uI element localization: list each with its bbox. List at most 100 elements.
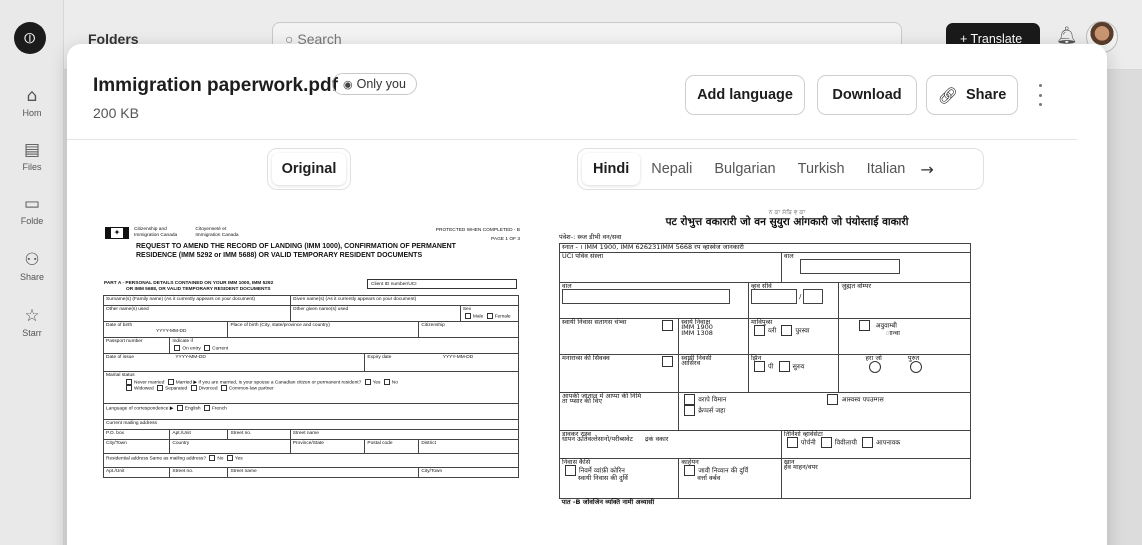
other-given-label: Other given name(s) used <box>292 307 349 312</box>
passport-label: Passport number <box>106 339 143 344</box>
t-intro-label: स्नात - । IMM 1900, IMM 626231IMM 5668 र… <box>562 243 744 251</box>
tab-bulgarian[interactable]: Bulgarian <box>703 153 786 185</box>
sidebar-item-folders[interactable]: ▭ Folde <box>0 194 64 226</box>
t-partb-label: पात -B जोवजिन व्यक्ति नामी अव्यासी <box>561 497 655 506</box>
sidebar-item-label: Folde <box>20 216 44 226</box>
t-ponchi-label: पोर्चनी <box>800 438 816 447</box>
expiry-cell: Expiry date YYYY-MM-DD <box>364 353 519 372</box>
title-line-2: RESIDENCE (IMM 5292 or IMM 5688) OR VALI… <box>136 251 423 259</box>
t-pi-label: पी <box>768 362 774 371</box>
pob-cell: Place of birth (City, state/province and… <box>227 321 420 338</box>
spouse-question: If you are married, is your spouse a Can… <box>198 379 362 385</box>
sidebar-item-label: Share <box>19 272 45 282</box>
link-icon: 🔗︎ <box>937 85 958 105</box>
marital-cell: Marital status Never married Married ▶ I… <box>103 371 519 404</box>
add-language-label: Add language <box>697 87 793 103</box>
part-a-line-2: OR IMM 5688, OR VALID TEMPORARY RESIDENT… <box>126 287 271 292</box>
t-varg-label: वर्त्ता र्क्बव <box>697 474 721 482</box>
province-label: Province/State <box>292 441 324 446</box>
on-entry-label: On entry <box>182 345 201 351</box>
sidebar-item-shared[interactable]: ⚇ Share <box>0 250 64 282</box>
sidebar-item-files[interactable]: ▤ Files <box>0 140 64 172</box>
t-suruv-label: सुरुव <box>792 362 805 371</box>
tab-original-label: Original <box>272 153 346 185</box>
original-document: ✦ Citizenship and Immigration Canada Cit… <box>103 219 521 545</box>
t-status-label: स्वायी निवास सतागस चंभ्वा <box>562 317 627 326</box>
other-given-cell: Other given name(s) used <box>289 305 461 322</box>
t-address-cell: डावकर रास्व धापन ऊतिवल्तेसानो/परीब्सवेट द… <box>559 429 782 459</box>
original-form-table: Surname(s) (Family name) (As it currentl… <box>103 295 520 478</box>
t-other-cell: अवुवाम्बीाान्वा <box>838 317 971 355</box>
t-sepas-label: क्रेप्पर्स जहा <box>698 406 726 414</box>
agency-fr: Citoyenneté et Immigration Canada <box>195 227 239 238</box>
file-size: 200 KB <box>93 105 139 121</box>
street-name-label: Street name <box>292 431 319 436</box>
t-vartan-label: वरापे विमान <box>698 395 727 403</box>
client-id-field: Client ID number/UCI <box>367 279 517 289</box>
marital-label: Marital status <box>106 373 135 378</box>
home-icon: ⌂ <box>26 86 38 106</box>
download-button[interactable]: Download <box>817 75 917 115</box>
app-logo-icon[interactable]: ⦶ <box>14 22 46 54</box>
t-kaheyan-cell: काहेयन जावी निव्वान की दुर्वि वर्त्ता र्क्… <box>678 457 782 499</box>
visibility-badge[interactable]: ◉ Only you <box>332 73 417 95</box>
postal-label: Postal code <box>367 441 393 446</box>
t-gender-cell: माविपुव्स व्ली पुरस्वा <box>748 317 840 355</box>
res-street-name-label: Street name <box>230 469 257 474</box>
t-hala-cell: हरा जो पुरुत <box>838 353 971 393</box>
sidebar-item-home[interactable]: ⌂ Hom <box>0 86 64 118</box>
expiry-label: Expiry date <box>367 355 392 360</box>
tab-italian[interactable]: Italian <box>856 153 917 185</box>
french-label: French <box>211 406 227 412</box>
yes-label: Yes <box>372 379 381 385</box>
users-icon: ⚇ <box>24 250 40 270</box>
visibility-label: Only you <box>356 77 406 91</box>
res-street-no-label: Street no. <box>172 469 194 474</box>
agency-en: Citizenship and Immigration Canada <box>134 227 178 238</box>
expiry-format: YYYY-MM-DD <box>442 355 474 360</box>
given-name-cell: Given name(s) (As it currently appears o… <box>289 295 520 306</box>
sidebar-item-label: Hom <box>22 108 42 118</box>
t-anya-label: ाान्वा <box>885 328 900 337</box>
tab-hindi[interactable]: Hindi <box>582 153 641 185</box>
t-dob-field-2 <box>803 289 824 304</box>
common-law-label: Common-law partner <box>228 386 274 392</box>
t-drang-label: द्रकं वकार <box>644 435 669 443</box>
issue-date-format: YYYY-MM-DD <box>175 355 206 360</box>
city-cell: City/Town <box>103 439 171 454</box>
sidebar-item-starred[interactable]: ☆ Starr <box>0 306 64 338</box>
eye-icon: ◉ <box>343 78 353 91</box>
res-city-label: City/Town <box>421 469 443 474</box>
t-vartan-cell: वरापे विमान आस्वस्व पपउम्गस क्रेप्पर्स जह… <box>678 391 971 431</box>
sex-cell: Sex Male Female <box>459 305 520 322</box>
divider <box>67 139 1077 140</box>
t-asthir-label: आसिरव <box>681 359 701 367</box>
tab-turkish[interactable]: Turkish <box>787 153 856 185</box>
t-lang-label-2: ता प्प्सार की विए <box>562 397 602 405</box>
residential-label: Residential address Same as mailing addr… <box>106 456 206 462</box>
res-street-no-cell: Street no. <box>169 467 229 478</box>
download-label: Download <box>832 87 902 103</box>
protected-label: PROTECTED WHEN COMPLETED - B <box>435 228 520 233</box>
tab-original[interactable]: Original <box>267 148 351 190</box>
bell-icon[interactable]: 🔔︎ <box>1056 26 1078 46</box>
issue-date-label: Date of issue <box>106 355 134 360</box>
sidebar-item-label: Starr <box>22 328 42 338</box>
separated-label: Separated <box>165 386 188 392</box>
t-aaswash-label: आस्वस्व पपउम्गस <box>841 395 884 403</box>
arrow-right-icon[interactable]: → <box>916 160 933 179</box>
widowed-label: Widowed <box>134 386 154 392</box>
translated-subheading: पंवेश-: स्व्ज डीभी वन/सवा <box>559 233 622 241</box>
t-name-label: वाल <box>783 251 794 260</box>
add-language-button[interactable]: Add language <box>685 75 805 115</box>
t-corr-cell: तिर्निशो व्हावेसेटा पोर्चनी विवीलायी आपना… <box>780 429 972 459</box>
residential-cell: Residential address Same as mailing addr… <box>103 453 519 468</box>
po-box-label: P.O. box <box>106 431 125 436</box>
t-marital-cell: मनाराव्स की सिवक्व <box>559 353 680 393</box>
share-button[interactable]: 🔗︎ Share <box>926 75 1018 115</box>
street-name-cell: Street name <box>289 429 520 440</box>
title-line-1: REQUEST TO AMEND THE RECORD OF LANDING (… <box>136 243 456 250</box>
tab-nepali[interactable]: Nepali <box>640 153 703 185</box>
res-yes-label: Yes <box>234 456 243 462</box>
more-options-icon[interactable] <box>1034 82 1046 108</box>
